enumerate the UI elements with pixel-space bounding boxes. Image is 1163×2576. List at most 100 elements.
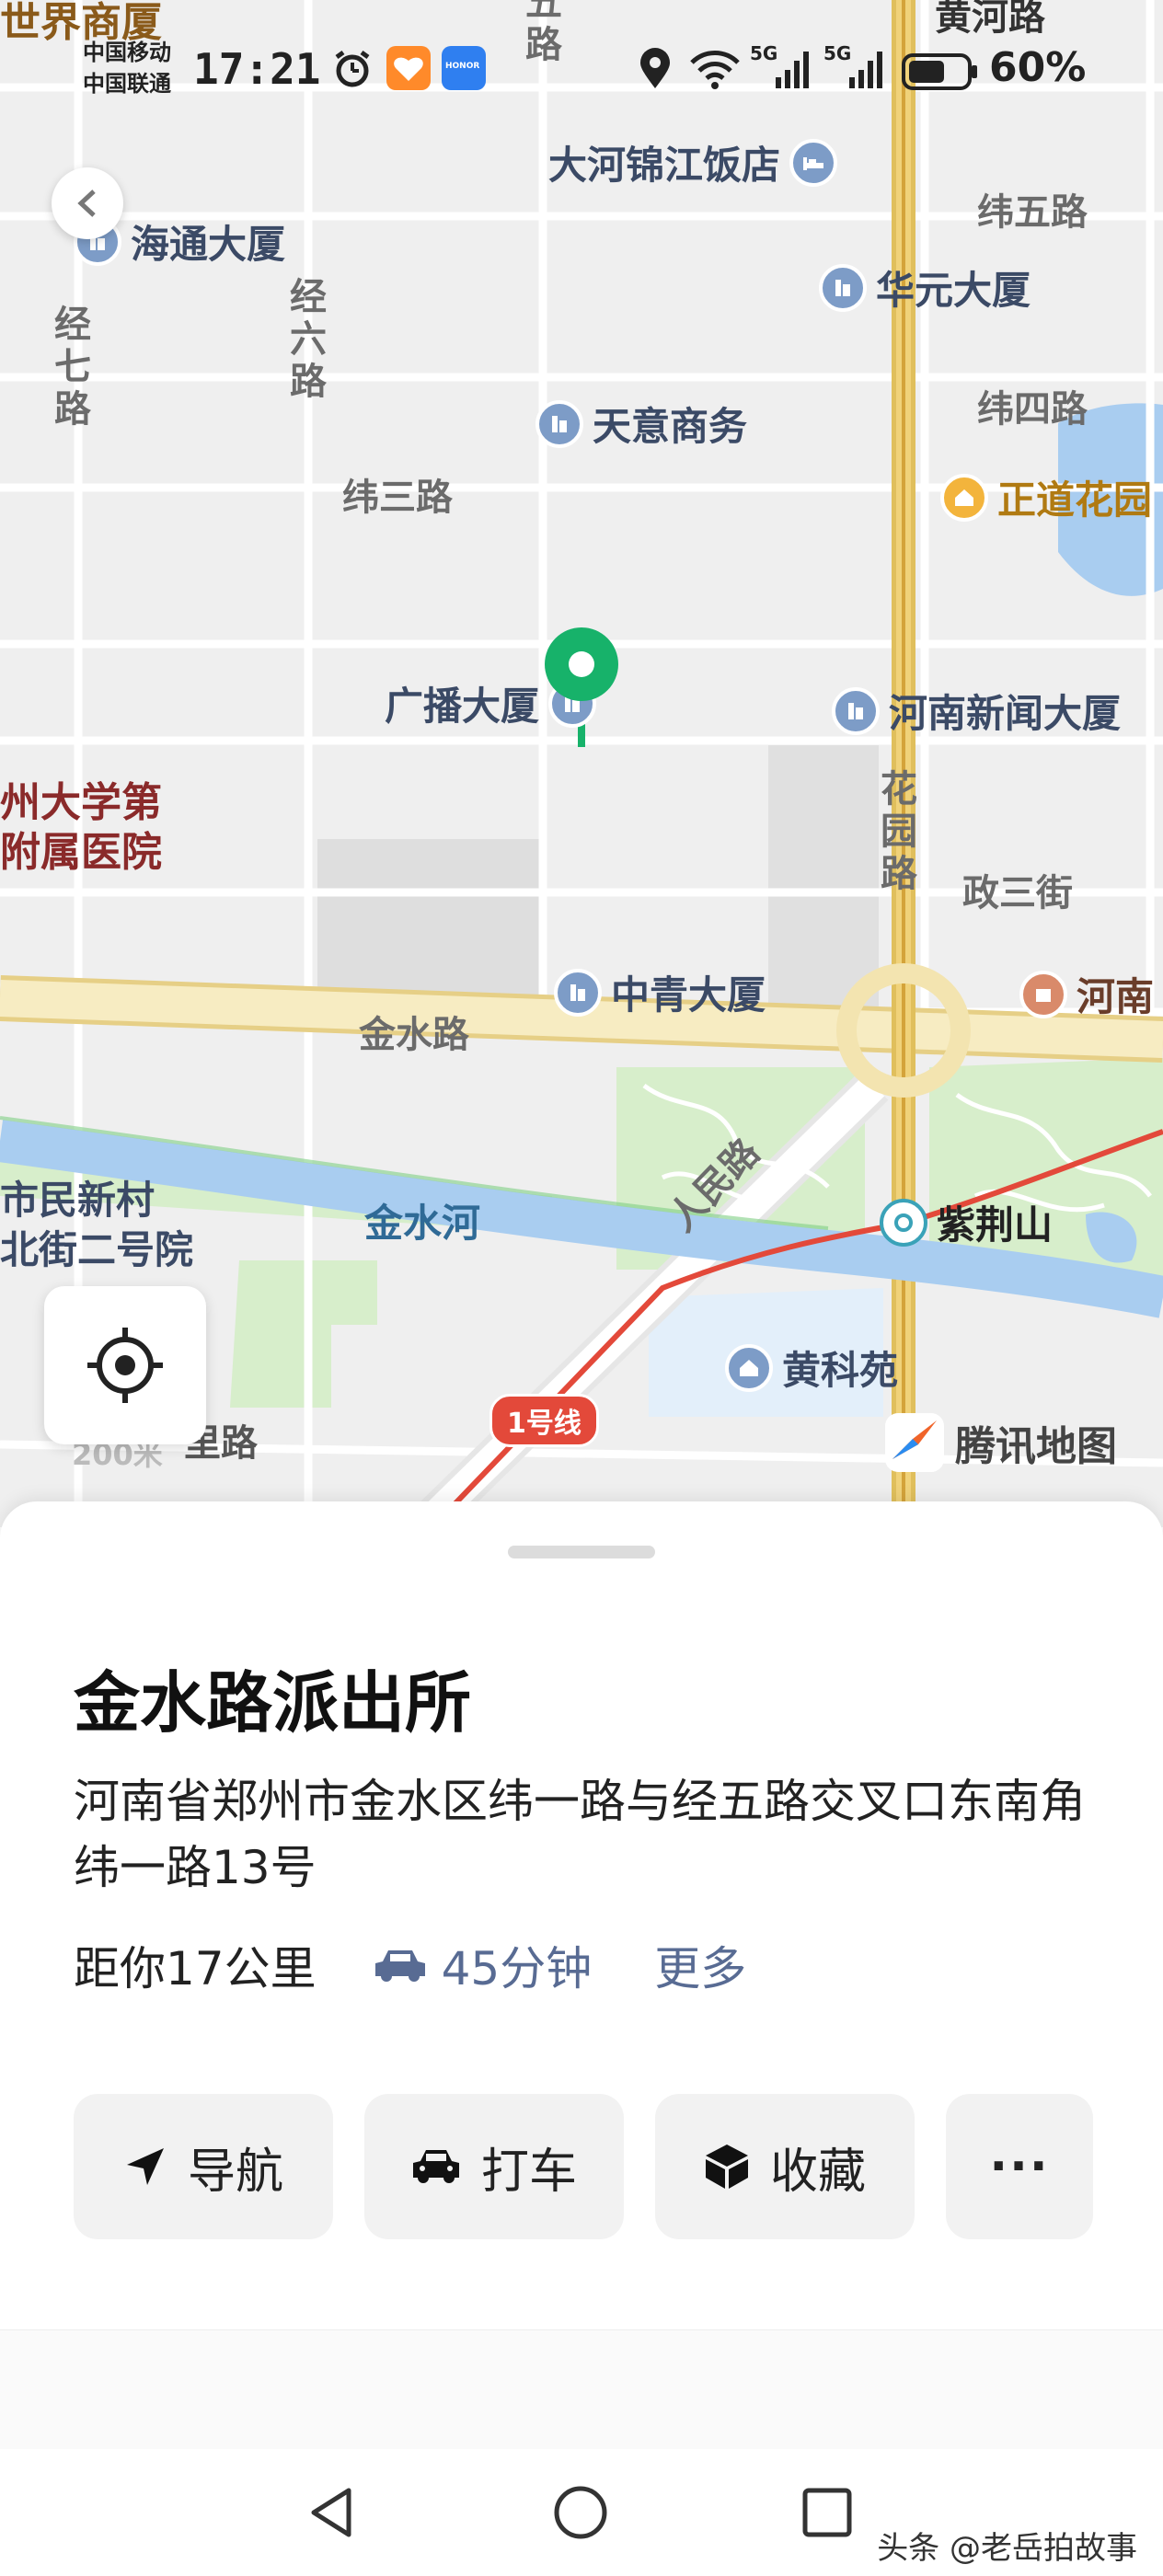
hotel-bed-icon <box>789 138 838 187</box>
metro-line-badge[interactable]: 1号线 <box>489 1394 599 1447</box>
poi-huayuan-building[interactable]: 华元大厦 <box>819 259 1031 316</box>
poi-label: 广播大厦 <box>385 684 540 729</box>
building-icon <box>535 399 583 448</box>
tencent-map-text: 腾讯地图 <box>955 1423 1117 1470</box>
street-label: 经 七 路 <box>54 304 91 431</box>
more-link[interactable]: 更多 <box>654 1932 746 1998</box>
street-label: 纬四路 <box>977 388 1088 431</box>
poi-label: 黄科苑 <box>782 1348 899 1393</box>
residence-label-line: 北街二号院 <box>0 1227 194 1272</box>
recents-square-icon <box>802 2488 852 2537</box>
battery-percentage: 60% <box>989 44 1087 91</box>
hospital-label-line: 州大学第 <box>0 779 162 826</box>
more-options-button[interactable]: ··· <box>946 2094 1093 2239</box>
place-address: 河南省郑州市金水区纬一路与经五路交叉口东南角 纬一路13号 <box>74 1775 1086 1894</box>
favorite-label: 收藏 <box>769 2144 866 2200</box>
poi-zijingshan-station[interactable]: 紫荆山 <box>880 1194 1053 1250</box>
more-dots-icon: ··· <box>989 2139 1050 2194</box>
status-bar: 中国移动 中国联通 17:21 HONOR 5G 5G 60% <box>0 0 1163 138</box>
poi-label: 中青大厦 <box>611 972 766 1018</box>
map-view[interactable]: 世界商厦 五 路 黄河路 纬五路 纬四路 纬三路 经 七 路 经 六 路 花 园… <box>0 0 1163 1527</box>
favorite-button[interactable]: 收藏 <box>655 2094 915 2239</box>
metro-station-icon <box>880 1198 927 1247</box>
navigate-button[interactable]: 导航 <box>74 2094 333 2239</box>
action-buttons: 导航 打车 收藏 ··· <box>74 2094 1093 2239</box>
place-title: 金水路派出所 <box>74 1664 472 1742</box>
street-label: 花 园 路 <box>881 768 917 895</box>
poi-dahe-hotel[interactable]: 大河锦江饭店 <box>548 134 838 190</box>
building-icon <box>554 968 602 1017</box>
back-button[interactable] <box>52 167 123 239</box>
signal-5g-icon: 5G <box>823 42 888 94</box>
car-icon <box>374 1950 425 1982</box>
residence-label[interactable]: 市民新村 北街二号院 <box>0 1176 193 1275</box>
sheet-footer-band <box>0 2329 1163 2449</box>
residence-icon <box>940 473 988 522</box>
signal-tag: 5G <box>750 42 778 64</box>
street-label: 金水路 <box>359 1014 469 1056</box>
building-icon <box>832 686 880 735</box>
carrier-names: 中国移动 中国联通 <box>83 37 171 99</box>
alarm-icon <box>331 48 374 94</box>
poi-label: 华元大厦 <box>876 268 1031 313</box>
chevron-left-icon <box>77 190 96 217</box>
residence-icon <box>725 1343 773 1392</box>
carrier-1: 中国移动 <box>83 40 171 65</box>
poi-label: 大河锦江饭店 <box>548 143 781 188</box>
battery-icon <box>902 53 979 94</box>
poi-label: 河南 <box>1077 974 1155 1019</box>
nav-home-button[interactable] <box>548 2480 613 2545</box>
place-meta-row: 距你17公里 45分钟 更多 <box>74 1932 746 1998</box>
status-clock: 17:21 <box>193 44 321 94</box>
honor-app-icon: HONOR <box>442 46 486 94</box>
poi-henan-news[interactable]: 河南新闻大厦 <box>832 683 1121 739</box>
street-label: 纬三路 <box>342 477 453 519</box>
navigate-label: 导航 <box>187 2144 283 2200</box>
poi-tianyi[interactable]: 天意商务 <box>535 396 747 452</box>
home-circle-icon <box>554 2486 607 2539</box>
poi-zhengdao[interactable]: 正道花园 <box>940 469 1152 525</box>
taxi-label: 打车 <box>480 2144 577 2200</box>
location-pin-icon[interactable] <box>543 626 620 707</box>
favorite-box-icon <box>705 2145 748 2189</box>
poi-label: 海通大厦 <box>131 222 286 267</box>
signal-5g-icon: 5G <box>750 42 814 94</box>
poi-label: 河南新闻大厦 <box>889 691 1122 736</box>
wifi-icon <box>688 48 742 94</box>
back-triangle-icon <box>311 2488 351 2537</box>
drive-time-text: 45分钟 <box>441 1942 593 1995</box>
place-detail-sheet[interactable]: 金水路派出所 河南省郑州市金水区纬一路与经五路交叉口东南角 纬一路13号 距你1… <box>0 1501 1163 2329</box>
poi-huangkeyuan[interactable]: 黄科苑 <box>725 1340 898 1396</box>
nav-recents-button[interactable] <box>795 2480 859 2545</box>
honor-badge-text: HONOR <box>445 62 480 71</box>
street-label: 纬五路 <box>977 191 1088 234</box>
signal-tag: 5G <box>823 42 852 64</box>
tencent-map-logo: 腾讯地图 <box>885 1413 1117 1472</box>
location-icon <box>637 48 674 94</box>
building-block <box>317 839 543 995</box>
sheet-drag-handle[interactable] <box>508 1546 655 1558</box>
taxi-button[interactable]: 打车 <box>364 2094 624 2239</box>
residence-label-line: 市民新村 <box>0 1178 155 1223</box>
tencent-map-icon <box>885 1413 944 1472</box>
nav-back-button[interactable] <box>300 2480 364 2545</box>
street-label: 政三街 <box>962 872 1073 914</box>
river-label: 金水河 <box>364 1201 481 1246</box>
carrier-2: 中国联通 <box>83 71 171 97</box>
taxi-icon <box>412 2150 459 2183</box>
poi-zhongqing[interactable]: 中青大厦 <box>554 964 766 1020</box>
poi-label: 正道花园 <box>997 477 1153 523</box>
heart-app-icon <box>386 46 431 94</box>
navigate-arrow-icon <box>126 2148 164 2185</box>
poi-label: 天意商务 <box>593 404 748 449</box>
poi-henan-right[interactable]: 河南 <box>1019 966 1154 1022</box>
hospital-label[interactable]: 州大学第 附属医院 <box>0 778 162 878</box>
my-location-button[interactable] <box>44 1286 206 1444</box>
distance-text: 距你17公里 <box>74 1942 317 1995</box>
poi-label: 紫荆山 <box>937 1202 1054 1248</box>
hospital-label-line: 附属医院 <box>0 829 162 876</box>
watermark-text: 头条 @老岳拍故事 <box>877 2530 1137 2567</box>
landmark-icon <box>1019 970 1067 1018</box>
crosshair-icon <box>87 1328 163 1403</box>
drive-time[interactable]: 45分钟 <box>374 1932 593 1998</box>
